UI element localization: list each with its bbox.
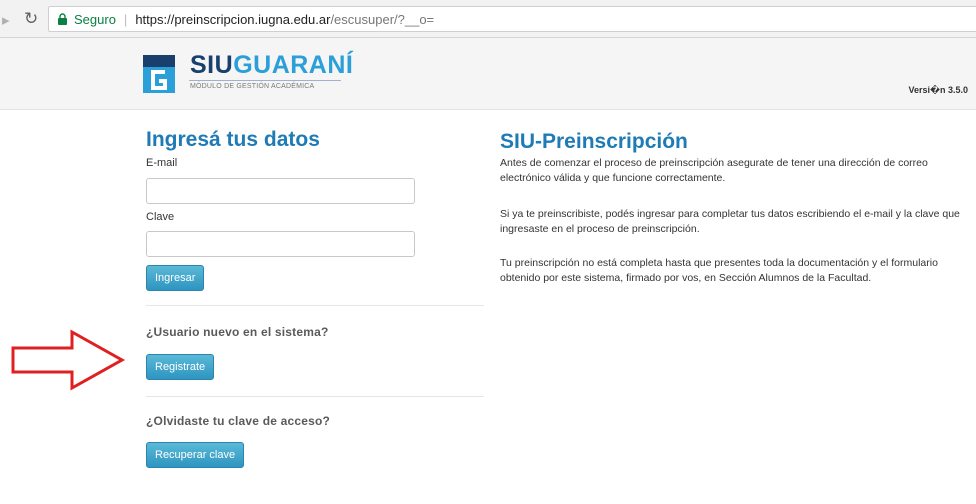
password-label: Clave bbox=[146, 211, 175, 223]
login-title: Ingresá tus datos bbox=[146, 128, 320, 151]
secure-label: Seguro bbox=[74, 11, 116, 27]
info-paragraph: Tu preinscripción no está completa hasta… bbox=[500, 257, 938, 284]
siu-g-logo-icon bbox=[143, 55, 175, 93]
divider-top bbox=[146, 305, 484, 306]
logo-subtitle: MÓDULO DE GESTIÓN ACADÉMICA bbox=[190, 83, 315, 90]
login-button[interactable]: Ingresar bbox=[146, 265, 205, 291]
version-label: Versi�n 3.5.0 bbox=[908, 85, 968, 95]
info-paragraph: Si ya te preinscribiste, podés ingresar … bbox=[500, 208, 960, 235]
logo-divider bbox=[189, 80, 341, 81]
url-path: /escusuper/?__o= bbox=[330, 11, 435, 27]
logo-wordmark: SIUGUARANÍ bbox=[190, 51, 353, 79]
password-field[interactable] bbox=[146, 231, 415, 257]
logo-guarani-text: GUARANÍ bbox=[233, 51, 354, 79]
email-label: E-mail bbox=[146, 157, 178, 169]
recover-password-button[interactable]: Recuperar clave bbox=[146, 442, 245, 468]
lock-icon bbox=[57, 13, 68, 25]
url-host: https://preinscripcion.iugna.edu.ar bbox=[135, 11, 331, 27]
red-arrow-annotation bbox=[11, 329, 126, 391]
register-button[interactable]: Registrate bbox=[146, 354, 215, 380]
forgot-password-question: ¿Olvidaste tu clave de acceso? bbox=[146, 414, 331, 428]
reload-icon[interactable]: ↻ bbox=[24, 9, 38, 29]
forward-icon[interactable]: ▸ bbox=[2, 11, 10, 29]
logo-siu-text: SIU bbox=[190, 51, 234, 79]
new-user-question: ¿Usuario nuevo en el sistema? bbox=[146, 325, 329, 339]
info-title: SIU-Preinscripción bbox=[500, 130, 688, 153]
info-paragraph: Antes de comenzar el proceso de preinscr… bbox=[500, 157, 928, 184]
email-field[interactable] bbox=[146, 178, 415, 204]
browser-toolbar: ▸ ↻ Seguro | https://preinscripcion.iugn… bbox=[0, 0, 976, 38]
url-separator: | bbox=[123, 11, 128, 27]
address-bar[interactable]: Seguro | https://preinscripcion.iugna.ed… bbox=[48, 6, 976, 32]
divider-bottom bbox=[146, 396, 484, 397]
